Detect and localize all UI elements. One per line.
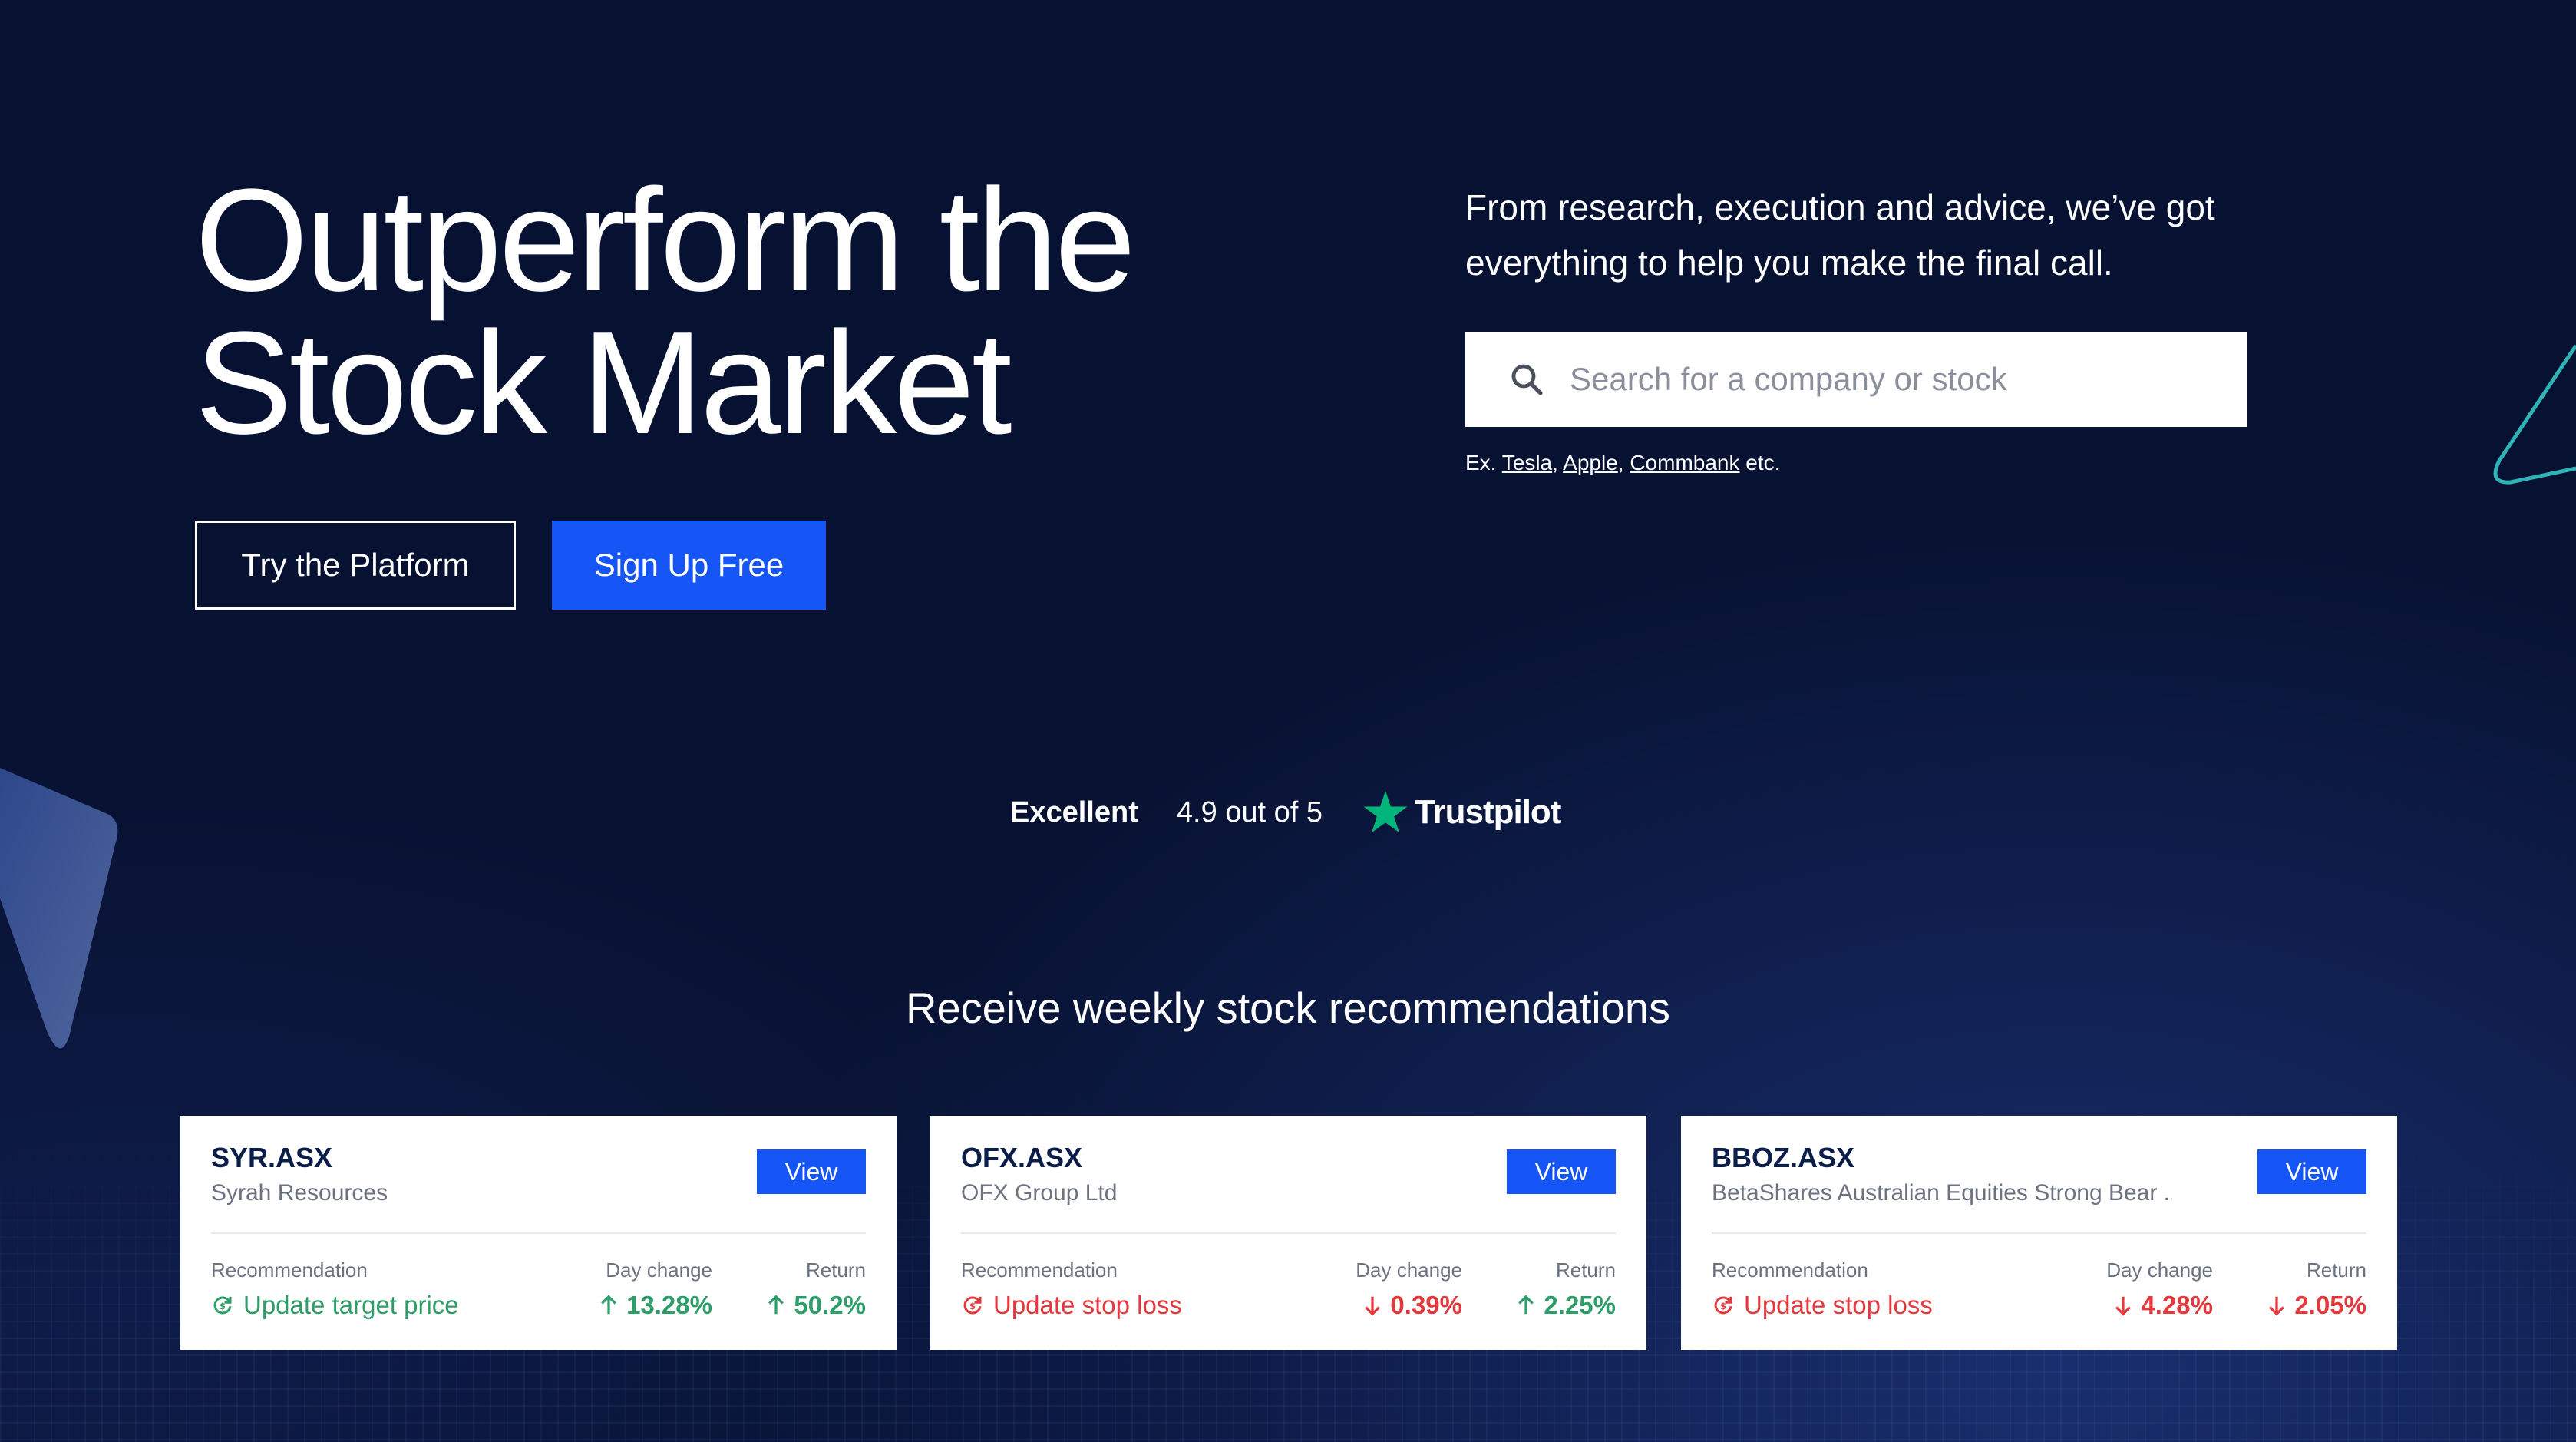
recommendation-label: Recommendation (1712, 1258, 1868, 1282)
hero-title: Outperform the Stock Market (195, 159, 1346, 465)
refresh-icon: $ (963, 1296, 982, 1315)
stock-ticker: OFX.ASX (961, 1142, 1083, 1173)
card-divider (1712, 1232, 2366, 1234)
card-values: $ Update stop loss 4.28% 2.05% (1712, 1291, 2366, 1325)
arrow-down-icon (2269, 1296, 2285, 1316)
hero-tagline: From research, execution and advice, we’… (1465, 187, 2215, 283)
arrow-down-icon (1365, 1296, 1381, 1316)
return-label: Return (2306, 1258, 2366, 1282)
try-platform-button[interactable]: Try the Platform (195, 521, 516, 610)
trustpilot-brand: Trustpilot (1415, 793, 1561, 831)
trustpilot-rating: Excellent 4.9 out of 5 Trustpilot (1010, 782, 1561, 843)
refresh-icon: $ (213, 1296, 232, 1315)
company-name: BetaShares Australian Equities Strong Be… (1712, 1180, 2172, 1206)
stock-ticker: SYR.ASX (211, 1142, 333, 1173)
examples-prefix: Ex. (1465, 451, 1497, 475)
day-change-label: Day change (2106, 1258, 2213, 1282)
day-change-label: Day change (606, 1258, 712, 1282)
search-examples: Ex. Tesla, Apple, Commbank etc. (1465, 451, 1781, 475)
card-header: BBOZ.ASX BetaShares Australian Equities … (1712, 1142, 2366, 1226)
example-link-commbank[interactable]: Commbank (1630, 451, 1739, 475)
star-icon (1363, 791, 1408, 833)
recommendation-cards: SYR.ASX Syrah Resources View Recommendat… (180, 1116, 2399, 1350)
recommendation-value: $ Update stop loss (1712, 1291, 1933, 1320)
day-change-text: 0.39% (1390, 1291, 1462, 1319)
card-values: $ Update stop loss 0.39% 2.25% (961, 1291, 1616, 1325)
recommendations-title: Receive weekly stock recommendations (906, 984, 1670, 1032)
arrow-down-icon (2115, 1296, 2132, 1316)
hero-title-line2: Stock Market (195, 302, 1012, 465)
search-icon (1511, 364, 1543, 395)
view-button[interactable]: View (757, 1149, 866, 1194)
return-value: 2.05% (2267, 1291, 2366, 1320)
return-text: 50.2% (794, 1291, 866, 1319)
company-name: Syrah Resources (211, 1180, 388, 1206)
recommendation-text: Update stop loss (1744, 1291, 1933, 1319)
company-name: OFX Group Ltd (961, 1180, 1118, 1206)
day-change-label: Day change (1356, 1258, 1462, 1282)
sign-up-button[interactable]: Sign Up Free (552, 521, 826, 610)
example-link-tesla[interactable]: Tesla (1502, 451, 1552, 475)
card-labels: Recommendation Day change Return (961, 1258, 1616, 1285)
day-change-value: 4.28% (2113, 1291, 2213, 1320)
arrow-up-icon (1518, 1295, 1534, 1315)
day-change-text: 13.28% (626, 1291, 712, 1319)
return-label: Return (805, 1258, 866, 1282)
view-button[interactable]: View (2257, 1149, 2366, 1194)
stock-card[interactable]: SYR.ASX Syrah Resources View Recommendat… (180, 1116, 897, 1350)
return-value: 2.25% (1516, 1291, 1616, 1320)
recommendation-value: $ Update stop loss (961, 1291, 1182, 1320)
recommendation-label: Recommendation (961, 1258, 1118, 1282)
card-labels: Recommendation Day change Return (211, 1258, 866, 1285)
day-change-text: 4.28% (2141, 1291, 2213, 1319)
card-divider (961, 1232, 1616, 1234)
svg-text:$: $ (1720, 1301, 1726, 1311)
return-text: 2.05% (2294, 1291, 2366, 1319)
return-label: Return (1555, 1258, 1616, 1282)
recommendation-value: $ Update target price (211, 1291, 459, 1320)
trust-score: 4.9 out of 5 (1176, 795, 1323, 828)
example-link-apple[interactable]: Apple (1563, 451, 1618, 475)
day-change-value: 0.39% (1362, 1291, 1462, 1320)
card-values: $ Update target price 13.28% 50.2% (211, 1291, 866, 1325)
arrow-up-icon (768, 1295, 784, 1315)
return-value: 50.2% (766, 1291, 866, 1320)
stock-card[interactable]: BBOZ.ASX BetaShares Australian Equities … (1681, 1116, 2397, 1350)
recommendation-text: Update target price (243, 1291, 459, 1319)
svg-text:$: $ (969, 1301, 976, 1311)
stock-card[interactable]: OFX.ASX OFX Group Ltd View Recommendatio… (930, 1116, 1646, 1350)
examples-suffix: etc. (1745, 451, 1781, 475)
recommendation-text: Update stop loss (993, 1291, 1182, 1319)
recommendation-label: Recommendation (211, 1258, 368, 1282)
return-text: 2.25% (1544, 1291, 1616, 1319)
svg-text:$: $ (220, 1301, 226, 1311)
day-change-value: 13.28% (599, 1291, 712, 1320)
card-header: OFX.ASX OFX Group Ltd View (961, 1142, 1616, 1226)
card-labels: Recommendation Day change Return (1712, 1258, 2366, 1285)
search-input[interactable] (1568, 360, 2231, 399)
stock-ticker: BBOZ.ASX (1712, 1142, 1855, 1173)
trustpilot-logo[interactable]: Trustpilot (1361, 788, 1561, 837)
view-button[interactable]: View (1507, 1149, 1616, 1194)
decorative-shape-right (2493, 344, 2576, 485)
card-divider (211, 1232, 866, 1234)
hero-title-line1: Outperform the (195, 159, 1136, 322)
arrow-up-icon (601, 1295, 616, 1315)
trust-label: Excellent (1010, 795, 1138, 828)
card-header: SYR.ASX Syrah Resources View (211, 1142, 866, 1226)
search-box[interactable] (1465, 332, 2247, 427)
refresh-icon: $ (1714, 1296, 1732, 1315)
